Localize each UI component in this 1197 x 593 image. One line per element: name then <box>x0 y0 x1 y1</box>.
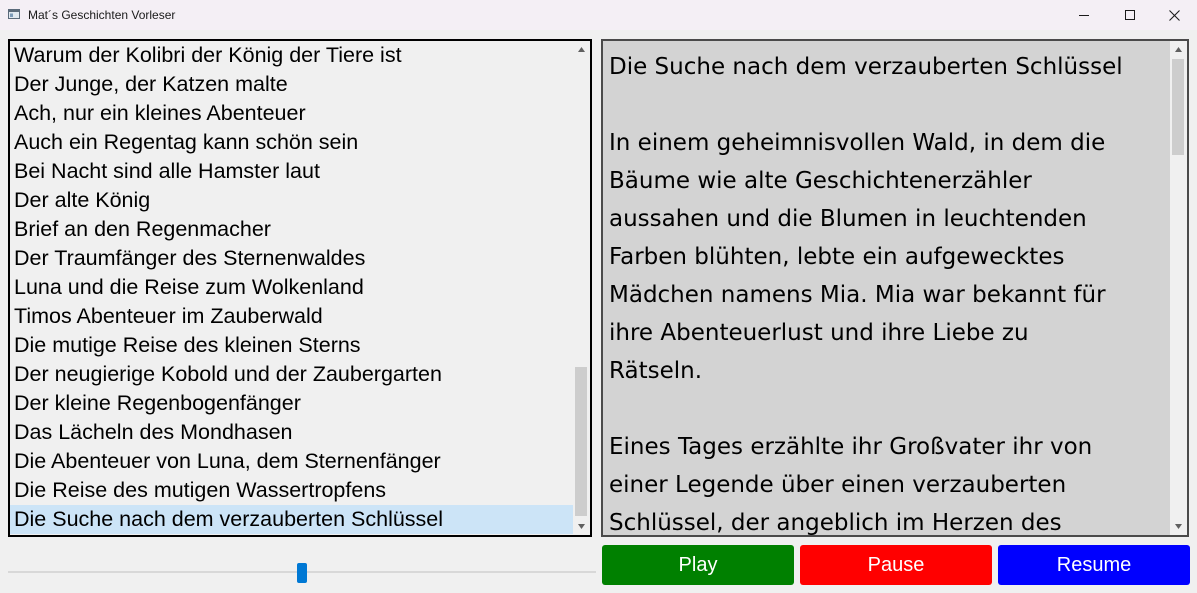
story-list-item[interactable]: Der Traumfänger des Sternenwaldes <box>10 244 577 273</box>
scroll-up-button[interactable] <box>573 41 590 58</box>
story-list-item[interactable]: Luna und die Reise zum Wolkenland <box>10 273 577 302</box>
story-list-item[interactable]: Brief an den Regenmacher <box>10 215 577 244</box>
resume-button-label: Resume <box>1056 553 1132 576</box>
story-list-item[interactable]: Bei Nacht sind alle Hamster laut <box>10 157 577 186</box>
story-text-line: Rätseln. <box>609 358 702 384</box>
arrow-up-icon <box>578 47 585 52</box>
resume-button[interactable]: Resume <box>998 545 1190 585</box>
story-text-blank-line <box>609 390 1169 428</box>
story-text-content: Die Suche nach dem verzauberten Schlüsse… <box>609 48 1169 536</box>
slider-thumb[interactable] <box>297 563 307 583</box>
scroll-thumb[interactable] <box>575 367 587 516</box>
title-bar[interactable]: Mat´s Geschichten Vorleser <box>0 0 1197 30</box>
story-list-item[interactable]: Timos Abenteuer im Zauberwald <box>10 302 577 331</box>
story-text-line: Bäume wie alte Geschichtenerzähler <box>609 168 1032 194</box>
arrow-up-icon <box>1175 47 1182 52</box>
play-button-label: Play <box>678 553 718 576</box>
scroll-thumb[interactable] <box>1172 59 1184 155</box>
story-list-scrollbar[interactable] <box>573 41 590 535</box>
story-text-line: Die Suche nach dem verzauberten Schlüsse… <box>609 54 1123 80</box>
story-text-blank-line <box>609 86 1169 124</box>
arrow-down-icon <box>578 524 585 529</box>
story-text-line: aussahen und die Blumen in leuchtenden <box>609 206 1087 232</box>
story-text-scrollbar[interactable] <box>1170 41 1187 535</box>
story-text-line: ihre Abenteuerlust und ihre Liebe zu <box>609 320 1029 346</box>
story-list[interactable]: Warum der Kolibri der König der Tiere is… <box>8 39 592 537</box>
app-window: Mat´s Geschichten Vorleser Warum der Kol… <box>0 0 1197 593</box>
story-text-line: Mädchen namens Mia. Mia war bekannt für <box>609 282 1106 308</box>
story-list-item[interactable]: Das Lächeln des Mondhasen <box>10 418 577 447</box>
volume-slider[interactable] <box>8 560 596 586</box>
scroll-down-button[interactable] <box>1170 518 1187 535</box>
scroll-up-button[interactable] <box>1170 41 1187 58</box>
story-text-line: Schlüssel, der angeblich im Herzen des <box>609 510 1062 536</box>
scroll-down-button[interactable] <box>573 518 590 535</box>
story-text-line: In einem geheimnisvollen Wald, in dem di… <box>609 130 1106 156</box>
story-list-item[interactable]: Die Reise des mutigen Wassertropfens <box>10 476 577 505</box>
story-list-item[interactable]: Die Abenteuer von Luna, dem Sternenfänge… <box>10 447 577 476</box>
story-list-items: Warum der Kolibri der König der Tiere is… <box>10 41 577 534</box>
story-list-item[interactable]: Die Suche nach dem verzauberten Schlüsse… <box>10 505 577 534</box>
story-list-item[interactable]: Der Junge, der Katzen malte <box>10 70 577 99</box>
minimize-button[interactable] <box>1061 0 1107 30</box>
window-title: Mat´s Geschichten Vorleser <box>28 8 176 22</box>
pause-button-label: Pause <box>867 553 925 576</box>
story-list-item[interactable]: Der neugierige Kobold und der Zaubergart… <box>10 360 577 389</box>
close-icon <box>1168 9 1180 21</box>
story-list-item[interactable]: Der alte König <box>10 186 577 215</box>
story-list-item[interactable]: Ach, nur ein kleines Abenteuer <box>10 99 577 128</box>
story-text-line: Farben blühten, lebte ein aufgewecktes <box>609 244 1065 270</box>
story-list-item[interactable]: Warum der Kolibri der König der Tiere is… <box>10 41 577 70</box>
story-text-line: Eines Tages erzählte ihr Großvater ihr v… <box>609 434 1093 460</box>
play-button[interactable]: Play <box>602 545 794 585</box>
arrow-down-icon <box>1175 524 1182 529</box>
window-app-icon <box>8 9 20 19</box>
story-text-line: einer Legende über einen verzauberten <box>609 472 1067 498</box>
story-list-item[interactable]: Die mutige Reise des kleinen Sterns <box>10 331 577 360</box>
story-list-item[interactable]: Auch ein Regentag kann schön sein <box>10 128 577 157</box>
story-list-item[interactable]: Der kleine Regenbogenfänger <box>10 389 577 418</box>
minimize-icon <box>1078 14 1089 16</box>
close-button[interactable] <box>1151 0 1197 30</box>
pause-button[interactable]: Pause <box>800 545 992 585</box>
maximize-icon <box>1124 9 1135 20</box>
maximize-button[interactable] <box>1107 0 1153 30</box>
story-text-area[interactable]: Die Suche nach dem verzauberten Schlüsse… <box>601 39 1189 537</box>
